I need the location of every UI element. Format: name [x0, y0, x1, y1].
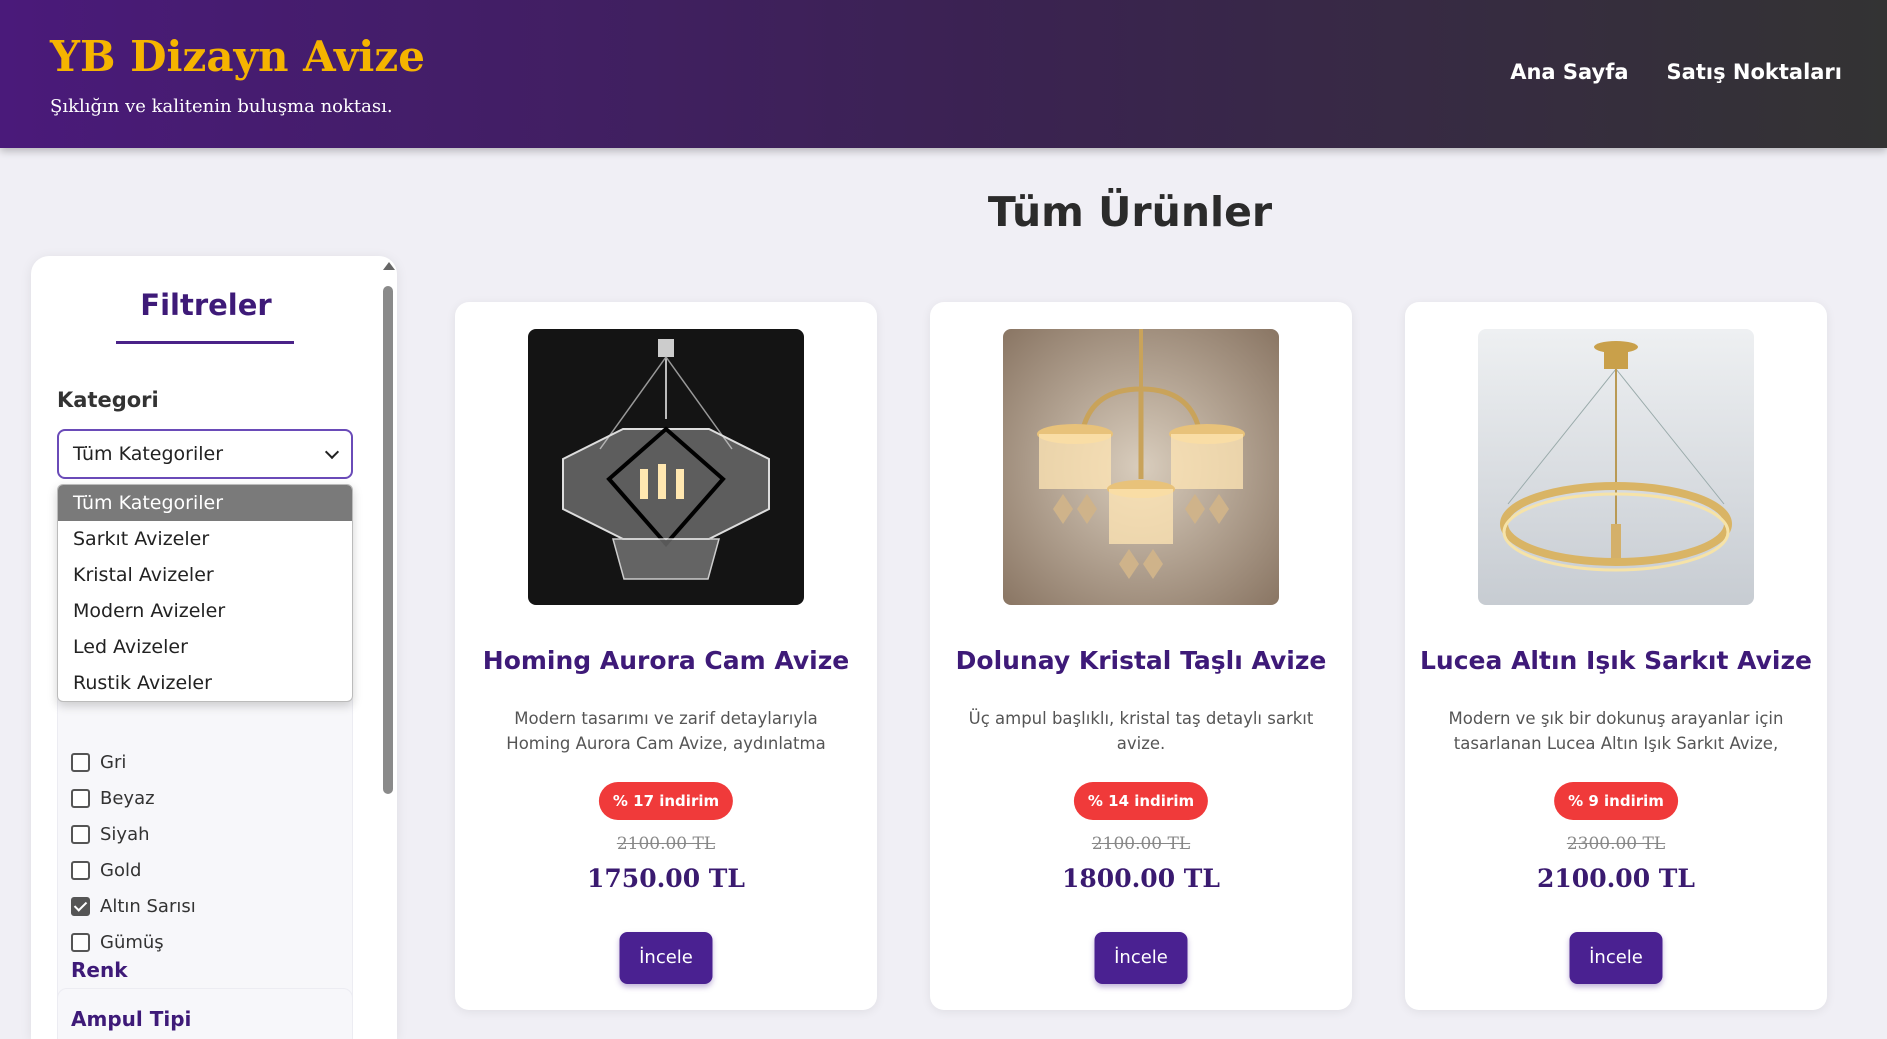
view-product-button[interactable]: İncele — [619, 932, 713, 984]
chevron-down-icon — [324, 444, 340, 459]
view-product-button[interactable]: İncele — [1094, 932, 1188, 984]
dropdown-option[interactable]: Modern Avizeler — [58, 593, 352, 629]
color-option-altin-sarisi[interactable]: Altın Sarısı — [71, 888, 196, 924]
old-price: 2300.00 TL — [1566, 834, 1666, 854]
color-option-gri[interactable]: Gri — [71, 744, 196, 780]
filter-title-underline — [116, 341, 294, 344]
dropdown-option[interactable]: Rustik Avizeler — [58, 665, 352, 701]
color-option-label: Siyah — [100, 823, 150, 845]
product-name[interactable]: Homing Aurora Cam Avize — [455, 646, 877, 675]
color-option-label: Beyaz — [100, 787, 155, 809]
bulb-type-label: Ampul Tipi — [71, 1007, 192, 1031]
nav-link-home[interactable]: Ana Sayfa — [1510, 60, 1628, 84]
color-checkbox-list: Gri Beyaz Siyah Gold Altın Sarısı Gümüş — [71, 744, 196, 960]
product-card: Dolunay Kristal Taşlı Avize Üç ampul baş… — [930, 302, 1352, 1010]
product-description: Modern ve şık bir dokunuş arayanlar için… — [1448, 709, 1784, 753]
main-nav: Ana Sayfa Satış Noktaları — [1510, 60, 1842, 84]
price: 1800.00 TL — [1062, 864, 1220, 893]
dropdown-option[interactable]: Led Avizeler — [58, 629, 352, 665]
checkbox[interactable] — [71, 752, 90, 772]
product-description: Modern tasarımı ve zarif detaylarıyla Ho… — [506, 709, 826, 753]
bulb-filter-group: Ampul Tipi — [57, 988, 353, 1039]
product-description: Üç ampul başlıklı, kristal taş detaylı s… — [968, 709, 1314, 753]
scroll-thumb[interactable] — [383, 286, 393, 794]
category-select[interactable]: Tüm Kategoriler — [57, 429, 353, 479]
product-name[interactable]: Lucea Altın Işık Sarkıt Avize — [1405, 646, 1827, 675]
color-option-siyah[interactable]: Siyah — [71, 816, 196, 852]
filter-sidebar: Filtreler Kategori Tüm Kategoriler Renk … — [31, 256, 397, 1039]
old-price: 2100.00 TL — [616, 834, 716, 854]
color-label: Renk — [71, 958, 128, 982]
discount-badge: % 17 indirim — [598, 782, 734, 820]
color-option-label: Gümüş — [100, 931, 164, 953]
product-image-chandelier[interactable] — [1478, 329, 1754, 605]
product-image-chandelier[interactable] — [1003, 329, 1279, 605]
checkbox-checked[interactable] — [71, 896, 90, 916]
price: 2100.00 TL — [1537, 864, 1695, 893]
color-option-label: Altın Sarısı — [100, 895, 196, 917]
checkbox[interactable] — [71, 860, 90, 880]
checkbox[interactable] — [71, 932, 90, 952]
dropdown-option[interactable]: Kristal Avizeler — [58, 557, 352, 593]
product-card: Lucea Altın Işık Sarkıt Avize Modern ve … — [1405, 302, 1827, 1010]
product-card: Homing Aurora Cam Avize Modern tasarımı … — [455, 302, 877, 1010]
brand-logo[interactable]: YB Dizayn Avize — [50, 32, 425, 81]
price: 1750.00 TL — [587, 864, 745, 893]
product-name[interactable]: Dolunay Kristal Taşlı Avize — [930, 646, 1352, 675]
checkbox[interactable] — [71, 788, 90, 808]
nav-link-stores[interactable]: Satış Noktaları — [1667, 60, 1842, 84]
category-select-value: Tüm Kategoriler — [73, 443, 224, 465]
dropdown-option[interactable]: Sarkıt Avizeler — [58, 521, 352, 557]
brand-tagline: Şıklığın ve kalitenin buluşma noktası. — [50, 96, 393, 117]
checkbox[interactable] — [71, 824, 90, 844]
old-price: 2100.00 TL — [1091, 834, 1191, 854]
color-option-beyaz[interactable]: Beyaz — [71, 780, 196, 816]
dropdown-option[interactable]: Tüm Kategoriler — [58, 485, 352, 521]
discount-badge: % 9 indirim — [1554, 782, 1678, 820]
filter-title: Filtreler — [140, 288, 272, 322]
product-image-chandelier[interactable] — [528, 329, 804, 605]
view-product-button[interactable]: İncele — [1569, 932, 1663, 984]
color-option-gold[interactable]: Gold — [71, 852, 196, 888]
site-header: YB Dizayn Avize Şıklığın ve kalitenin bu… — [0, 0, 1887, 148]
color-option-gumus[interactable]: Gümüş — [71, 924, 196, 960]
category-dropdown-menu: Tüm Kategoriler Sarkıt Avizeler Kristal … — [57, 484, 353, 702]
color-option-label: Gri — [100, 751, 127, 773]
color-option-label: Gold — [100, 859, 142, 881]
page-title: Tüm Ürünler — [987, 188, 1273, 236]
scroll-up-arrow-icon[interactable] — [383, 262, 395, 270]
category-label: Kategori — [57, 388, 159, 412]
discount-badge: % 14 indirim — [1073, 782, 1209, 820]
sidebar-scrollbar[interactable] — [380, 262, 396, 802]
